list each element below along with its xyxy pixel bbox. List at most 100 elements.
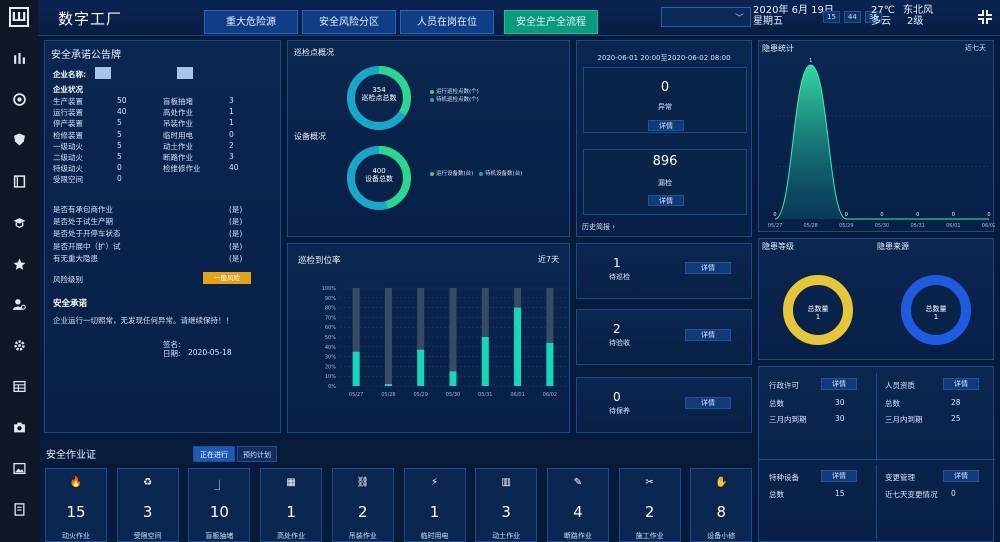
data-label: 0: [880, 212, 883, 218]
risk-label: 风险级别: [53, 275, 83, 284]
cert-type-icon: ▦: [286, 477, 296, 488]
special-equip-detail-button[interactable]: 详情: [821, 470, 857, 482]
notice-title: 安全承诺公告牌: [51, 50, 121, 61]
task-card-maintain: 0 待保养 详情: [576, 377, 752, 433]
tab-risk-zoning[interactable]: 安全风险分区: [302, 10, 396, 34]
data-label: 1: [809, 58, 812, 64]
miss-card: 896 漏检 详情: [583, 149, 747, 215]
miss-detail-button[interactable]: 详情: [648, 195, 684, 206]
status-item-value: 0: [229, 129, 234, 139]
license-panel: 行政许可 详情 总数 30 三月内到期 30 人员资质 详情 总数 28 三月内…: [758, 366, 995, 542]
cert-card[interactable]: ✎ 4 断路作业: [546, 468, 609, 542]
status-item-value: 5: [117, 152, 122, 161]
x-tick-label: 05/31: [910, 223, 924, 229]
task-accept-detail-button[interactable]: 详情: [685, 329, 731, 341]
sidebar-item-user-settings[interactable]: [0, 289, 38, 319]
sidebar-item-settings[interactable]: [0, 330, 38, 360]
patrol-total-label: 巡检点总数: [361, 94, 397, 102]
factory-select[interactable]: ﹀: [661, 7, 751, 27]
task-card-accept: 2 待验收 详情: [576, 309, 752, 365]
x-tick-label: 05/27: [349, 392, 363, 398]
cert-card[interactable]: ✋ 8 设备小修: [690, 468, 753, 542]
fullscreen-icon[interactable]: [976, 8, 994, 26]
check-item-label: 是否处于试生产期: [53, 217, 113, 227]
camera-icon: [13, 422, 25, 432]
check-item-value: (是): [229, 217, 243, 227]
sidebar-item-shield[interactable]: [0, 124, 38, 154]
x-tick-label: 06/01: [946, 223, 960, 229]
cert-card[interactable]: ▦ 1 高处作业: [260, 468, 323, 542]
tab-safety-process[interactable]: 安全生产全流程: [504, 10, 598, 34]
x-tick-label: 06/02: [982, 223, 995, 229]
patrol-total-text: 354 巡检点总数: [344, 86, 414, 102]
staff-qual-total-value: 28: [951, 398, 961, 407]
status-item-value: 0: [117, 174, 122, 184]
y-tick-label: 20%: [325, 364, 336, 370]
status-item-label: 运行装置: [53, 108, 83, 118]
date-value: 2020-05-18: [188, 348, 232, 357]
tab-running[interactable]: 正在进行: [193, 446, 235, 462]
date-text: 2020年 6月 19日: [753, 5, 834, 16]
cert-count: 8: [716, 503, 727, 521]
task-inspect-value: 1: [613, 256, 621, 270]
sidebar-item-book[interactable]: [0, 166, 38, 196]
cert-card[interactable]: ⚡ 1 临时用电: [403, 468, 466, 542]
task-maintain-detail-button[interactable]: 详情: [685, 397, 731, 409]
status-item-value: 40: [117, 107, 127, 117]
promise-title: 安全承诺: [53, 299, 88, 309]
sidebar-item-education[interactable]: [0, 207, 38, 237]
status-item-label: 高处作业: [163, 108, 193, 118]
status-item-label: 二级动火: [53, 153, 83, 162]
cert-title: 安全作业证: [46, 450, 96, 461]
weather-condition: 多云: [871, 16, 891, 27]
bar: [514, 307, 522, 386]
y-tick-label: 30%: [325, 355, 336, 361]
table-icon: [12, 380, 26, 392]
sidebar-item-image[interactable]: [0, 453, 38, 483]
y-tick-label: 80%: [325, 306, 336, 312]
sidebar-item-table[interactable]: [0, 371, 38, 401]
tab-major-hazard[interactable]: 重大危险源: [204, 10, 298, 34]
staff-qual-detail-button[interactable]: 详情: [943, 378, 979, 390]
tab-staff-on-duty[interactable]: 人员在岗在位: [400, 10, 494, 34]
cert-card[interactable]: ⛓ 2 吊装作业: [331, 468, 394, 542]
status-item-value: 0: [117, 163, 122, 173]
cert-card[interactable]: ♻ 3 受限空间: [116, 468, 179, 542]
tab-plan[interactable]: 预约计划: [237, 446, 277, 462]
user-gear-icon: [12, 298, 26, 310]
bar: [546, 342, 554, 386]
image-icon: [12, 462, 26, 474]
x-tick-label: 05/30: [446, 392, 460, 398]
change-mgmt-detail-button[interactable]: 详情: [943, 470, 979, 482]
cert-card[interactable]: ▥ 3 动土作业: [475, 468, 538, 542]
sidebar-item-document[interactable]: [0, 494, 38, 524]
cert-card[interactable]: 🔥 15 动火作业: [45, 468, 107, 542]
history-link[interactable]: 历史简报 ›: [582, 222, 615, 232]
cert-type-icon: ⏌: [214, 481, 225, 492]
staff-qual-total-label: 总数: [885, 399, 900, 408]
patrol-rate-title: 巡检到位率: [298, 256, 341, 266]
cert-type-icon: ⛓: [356, 477, 370, 488]
status-item-value: 3: [229, 152, 234, 161]
check-item-label: 是否开展中（扩）试: [53, 241, 121, 251]
cert-card[interactable]: ✂ 2 施工作业: [618, 468, 681, 542]
graduation-cap-icon: [13, 217, 25, 228]
y-tick-label: 40%: [325, 345, 336, 351]
cert-count: 4: [573, 503, 583, 521]
bar-background: [449, 288, 457, 386]
abnormal-detail-button[interactable]: 详情: [648, 120, 684, 131]
sidebar-item-star[interactable]: [0, 249, 38, 279]
status-item-value: 5: [117, 118, 122, 128]
patrol-rate-chart: 0% 10% 20% 30% 40% 50% 60% 70% 80% 90% 100% 05/27 05…: [322, 286, 566, 398]
sidebar-item-target[interactable]: [0, 84, 38, 114]
task-inspect-detail-button[interactable]: 详情: [685, 262, 731, 274]
book-icon: [13, 174, 25, 188]
sidebar-item-camera[interactable]: [0, 412, 38, 442]
x-tick-label: 05/29: [839, 223, 853, 229]
bar-background: [384, 288, 392, 386]
admin-license-detail-button[interactable]: 详情: [821, 378, 857, 390]
y-tick-label: 0%: [328, 384, 336, 390]
cert-card[interactable]: ⏌ 10 盲板抽堵: [188, 468, 251, 542]
sidebar-item-chart[interactable]: [0, 43, 38, 73]
cert-type-icon: ♻: [143, 477, 153, 488]
